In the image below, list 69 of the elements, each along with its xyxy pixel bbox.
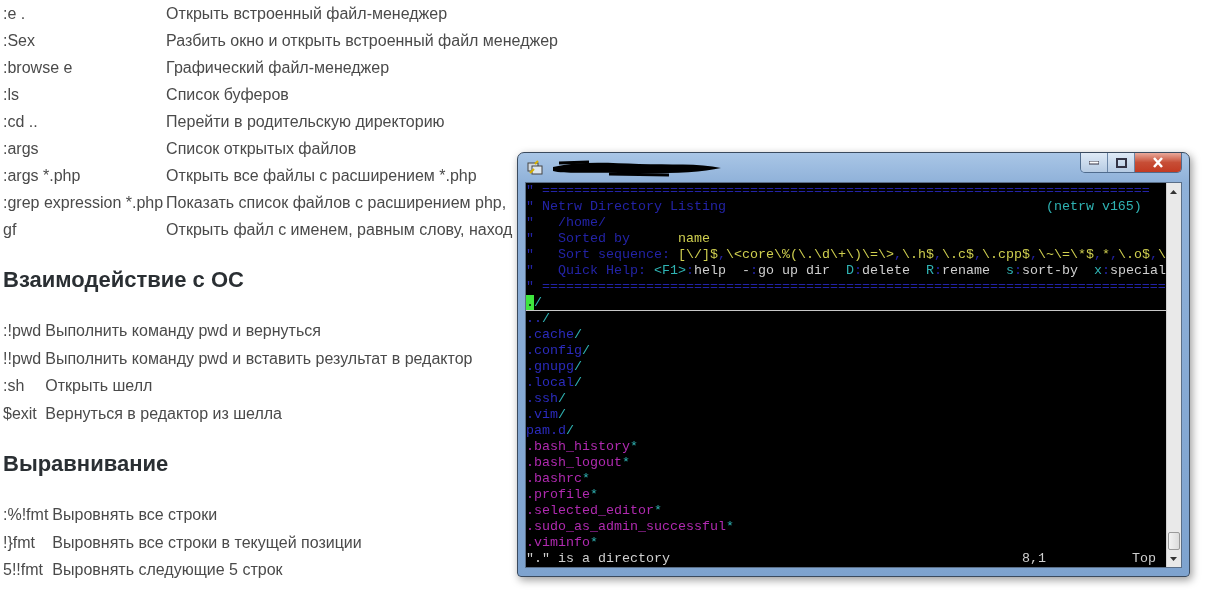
terminal-line: .bash_history* bbox=[526, 439, 638, 454]
scrollbar-thumb[interactable] bbox=[1167, 532, 1180, 550]
description-text: Выполнить команду pwd и вставить результат в редактор bbox=[45, 348, 473, 369]
command-text: $exit bbox=[3, 403, 37, 424]
description-text: Показать список файлов с расширением php, bbox=[166, 193, 507, 213]
terminal-line: " Sorted by name bbox=[526, 231, 710, 246]
description-text: Выровнять следующие 5 строк bbox=[52, 560, 283, 580]
down-arrow-icon bbox=[1170, 556, 1178, 561]
description-text: Разбить окно и открыть встроенный файл менеджер bbox=[166, 31, 558, 51]
description-text: Открыть встроенный файл-менеджер bbox=[166, 4, 448, 24]
scroll-position: Top bbox=[1132, 551, 1156, 567]
cursor-position: 8,1 bbox=[1022, 551, 1046, 566]
description-text: Список буферов bbox=[166, 85, 289, 105]
terminal-line: .bash_logout* bbox=[526, 455, 630, 470]
description-text: Список открытых файлов bbox=[166, 139, 357, 159]
command-text: :cd .. bbox=[3, 112, 38, 132]
terminal-line: .cache/ bbox=[526, 327, 582, 342]
command-text: :%!fmt bbox=[3, 505, 49, 525]
terminal-line: .local/ bbox=[526, 375, 582, 390]
terminal-line: " ============================================================================== bbox=[526, 279, 1166, 294]
command-text: :sh bbox=[3, 376, 25, 396]
description-text: Открыть шелл bbox=[45, 376, 153, 396]
description-text: Открыть все файлы с расширением *.php bbox=[166, 166, 477, 186]
terminal-line: .profile* bbox=[526, 487, 598, 502]
up-arrow-icon bbox=[1170, 189, 1178, 194]
description-text: Вернуться в редактор из шелла bbox=[45, 403, 282, 424]
command-text: :grep expression *.php bbox=[3, 193, 164, 213]
terminal-line: .sudo_as_admin_successful* bbox=[526, 519, 734, 534]
command-text: :args *.php bbox=[3, 166, 81, 186]
description-text: Выровнять все строки bbox=[52, 505, 218, 525]
description-text: Выполнить команду pwd и вернуться bbox=[45, 321, 321, 341]
terminal-line: " Netrw Directory Listing (netrw v165) bbox=[526, 199, 1142, 214]
terminal-line: " /home/ bbox=[526, 215, 606, 230]
command-text: !}fmt bbox=[3, 532, 35, 553]
command-text: :args bbox=[3, 139, 39, 159]
terminal-line: .selected_editor* bbox=[526, 503, 662, 518]
terminal-line: .gnupg/ bbox=[526, 359, 582, 374]
section-heading: Взаимодействие с ОС bbox=[3, 266, 244, 294]
command-text: :Sex bbox=[3, 31, 35, 51]
terminal-line: ../ bbox=[526, 311, 550, 326]
minimize-icon bbox=[1089, 160, 1099, 165]
terminal-line: ./ bbox=[526, 295, 542, 310]
description-text: Перейти в родительскую директорию bbox=[166, 112, 445, 132]
command-text: 5!!fmt bbox=[3, 560, 43, 580]
terminal-line: .vim/ bbox=[526, 407, 566, 422]
maximize-icon bbox=[1115, 157, 1127, 168]
terminal-line: .ssh/ bbox=[526, 391, 566, 406]
description-text: Графический файл-менеджер bbox=[166, 58, 390, 78]
terminal-line: pam.d/ bbox=[526, 423, 574, 438]
terminal-line: .bashrc* bbox=[526, 471, 590, 486]
command-text: :ls bbox=[3, 85, 19, 105]
terminal-line: " Quick Help: <F1>:help -:go up dir D:delete R:rename s:sort-by x:special bbox=[526, 263, 1166, 278]
description-text: Открыть файл с именем, равным слову, наход bbox=[166, 220, 513, 240]
command-text: :!pwd bbox=[3, 321, 42, 341]
close-button[interactable] bbox=[1135, 153, 1181, 172]
terminal-line: .config/ bbox=[526, 343, 590, 358]
command-text: !!pwd bbox=[3, 348, 42, 369]
command-text: :e . bbox=[3, 4, 26, 24]
description-text: Выровнять все строки в текущей позиции bbox=[52, 532, 362, 553]
maximize-button[interactable] bbox=[1108, 153, 1135, 172]
section-heading: Выравнивание bbox=[3, 450, 169, 478]
terminal-line: .viminfo* bbox=[526, 535, 598, 550]
close-icon bbox=[1152, 157, 1164, 168]
terminal-line: " ============================================================================ bbox=[526, 183, 1150, 198]
status-message: "." is a directory bbox=[526, 551, 670, 566]
window-icon bbox=[527, 159, 543, 176]
terminal-line: " Sort sequence: [\/]$,\<core\%(\.\d\+\)\=\>,\.h$,\.c$,\.cpp$,\~\=\*$,*,\.o$,\ bbox=[526, 247, 1166, 262]
command-text: :browse e bbox=[3, 58, 73, 78]
command-text: gf bbox=[3, 220, 17, 240]
